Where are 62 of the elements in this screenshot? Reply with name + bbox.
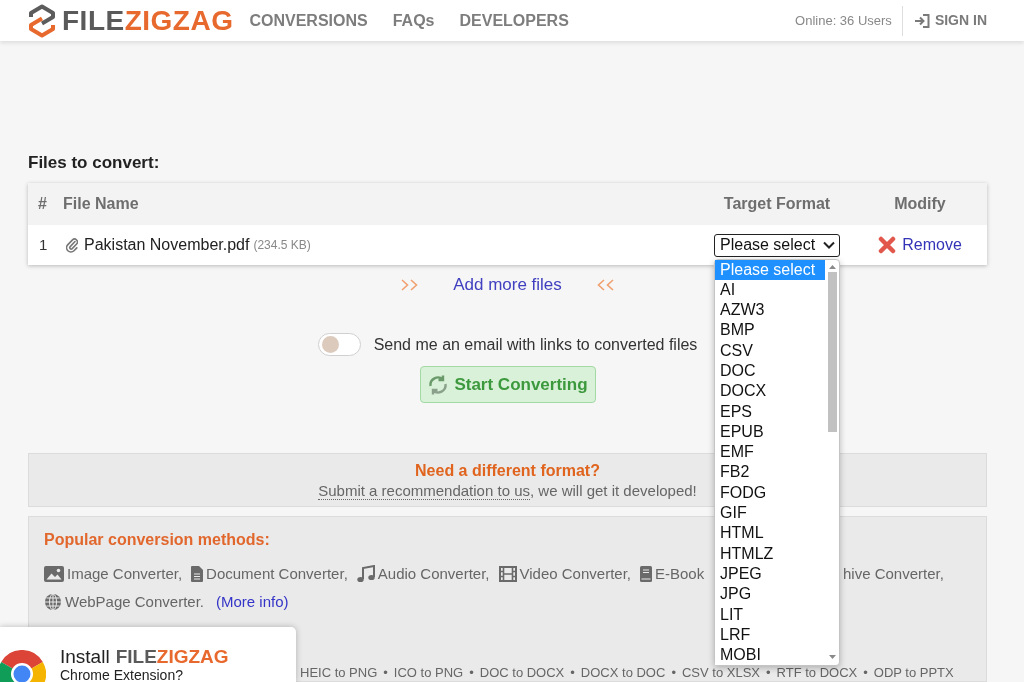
- online-users-count: Online: 36 Users: [795, 11, 892, 30]
- popular-title: Popular conversion methods:: [44, 530, 270, 550]
- remove-link[interactable]: Remove: [878, 233, 962, 257]
- bullet-separator: •: [863, 666, 868, 680]
- image-icon: [44, 566, 64, 583]
- converter-link[interactable]: Video Converter,: [498, 563, 631, 586]
- converter-link[interactable]: E-Book: [640, 563, 705, 586]
- email-toggle-label: Send me an email with links to converted files: [373, 334, 698, 355]
- bullet-separator: •: [570, 666, 575, 680]
- file-size: (234.5 KB): [253, 237, 311, 254]
- format-select[interactable]: Please select: [714, 233, 840, 257]
- column-header: Target Format: [723, 194, 831, 214]
- conversion-link[interactable]: ICO to PNG: [393, 666, 464, 680]
- sign-in-link[interactable]: SIGN IN: [913, 10, 987, 31]
- bullet-separator: •: [766, 666, 771, 680]
- conversion-link[interactable]: DOCX to DOC: [580, 666, 666, 680]
- recycle-arrows-icon: [427, 373, 450, 396]
- bullet-separator: •: [383, 666, 388, 680]
- nav-link[interactable]: DEVELOPERS: [459, 8, 569, 33]
- chevron-down-icon: [823, 241, 835, 249]
- extension-prompt-title: Install FILEZIGZAG: [60, 646, 229, 668]
- paperclip-icon: [66, 237, 78, 253]
- add-more-files-link[interactable]: Add more files: [453, 274, 562, 296]
- sign-in-icon: [913, 13, 930, 28]
- format-request-title: Need a different format?: [415, 461, 600, 481]
- conversion-link[interactable]: ODP to PPTX: [873, 666, 954, 680]
- music-note-icon: [356, 565, 375, 584]
- bullet-separator: •: [671, 666, 676, 680]
- recommendation-text: Submit a recommendation to us, we will get it developed!: [318, 481, 697, 500]
- dropdown-option[interactable]: MOBI: [715, 645, 825, 666]
- column-header: Modify: [894, 194, 946, 214]
- file-name: Pakistan November.pdf: [84, 235, 250, 255]
- section-heading: Files to convert:: [28, 152, 160, 174]
- scroll-up-arrow-icon: [828, 264, 836, 269]
- globe-icon: [44, 593, 62, 612]
- column-header: #: [38, 194, 47, 214]
- bullet-separator: •: [469, 666, 474, 680]
- converter-link[interactable]: hive Converter,: [843, 563, 944, 586]
- converter-link[interactable]: WebPage Converter.: [44, 591, 204, 614]
- scrollbar-thumb[interactable]: [827, 271, 837, 432]
- converter-link[interactable]: Document Converter,: [191, 563, 348, 586]
- film-strip-icon: [498, 566, 517, 583]
- extension-prompt-subtitle: Chrome Extension?: [60, 668, 183, 682]
- more-info-link[interactable]: (More info): [216, 591, 289, 614]
- document-icon: [191, 566, 204, 583]
- column-header: File Name: [63, 194, 139, 214]
- converter-link[interactable]: Image Converter,: [44, 563, 183, 586]
- row-number: 1: [39, 234, 48, 255]
- book-icon: [640, 566, 652, 583]
- conversion-link[interactable]: CSV to XLSX: [681, 666, 760, 680]
- nav-link[interactable]: FAQs: [392, 8, 435, 33]
- conversion-link[interactable]: DOC to DOCX: [479, 666, 565, 680]
- remove-x-icon: [878, 236, 897, 254]
- email-toggle[interactable]: [317, 333, 361, 356]
- conversion-link[interactable]: RTF to DOCX: [776, 666, 858, 680]
- logo-text[interactable]: FILEZIGZAG: [62, 4, 234, 37]
- scroll-down-arrow-icon: [828, 654, 836, 659]
- recommendation-link[interactable]: Submit a recommendation to us: [318, 482, 530, 500]
- conversion-link[interactable]: HEIC to PNG: [300, 666, 378, 680]
- converter-link[interactable]: Audio Converter,: [356, 563, 490, 586]
- nav-link[interactable]: CONVERSIONS: [249, 8, 368, 33]
- logo-icon: [28, 2, 56, 39]
